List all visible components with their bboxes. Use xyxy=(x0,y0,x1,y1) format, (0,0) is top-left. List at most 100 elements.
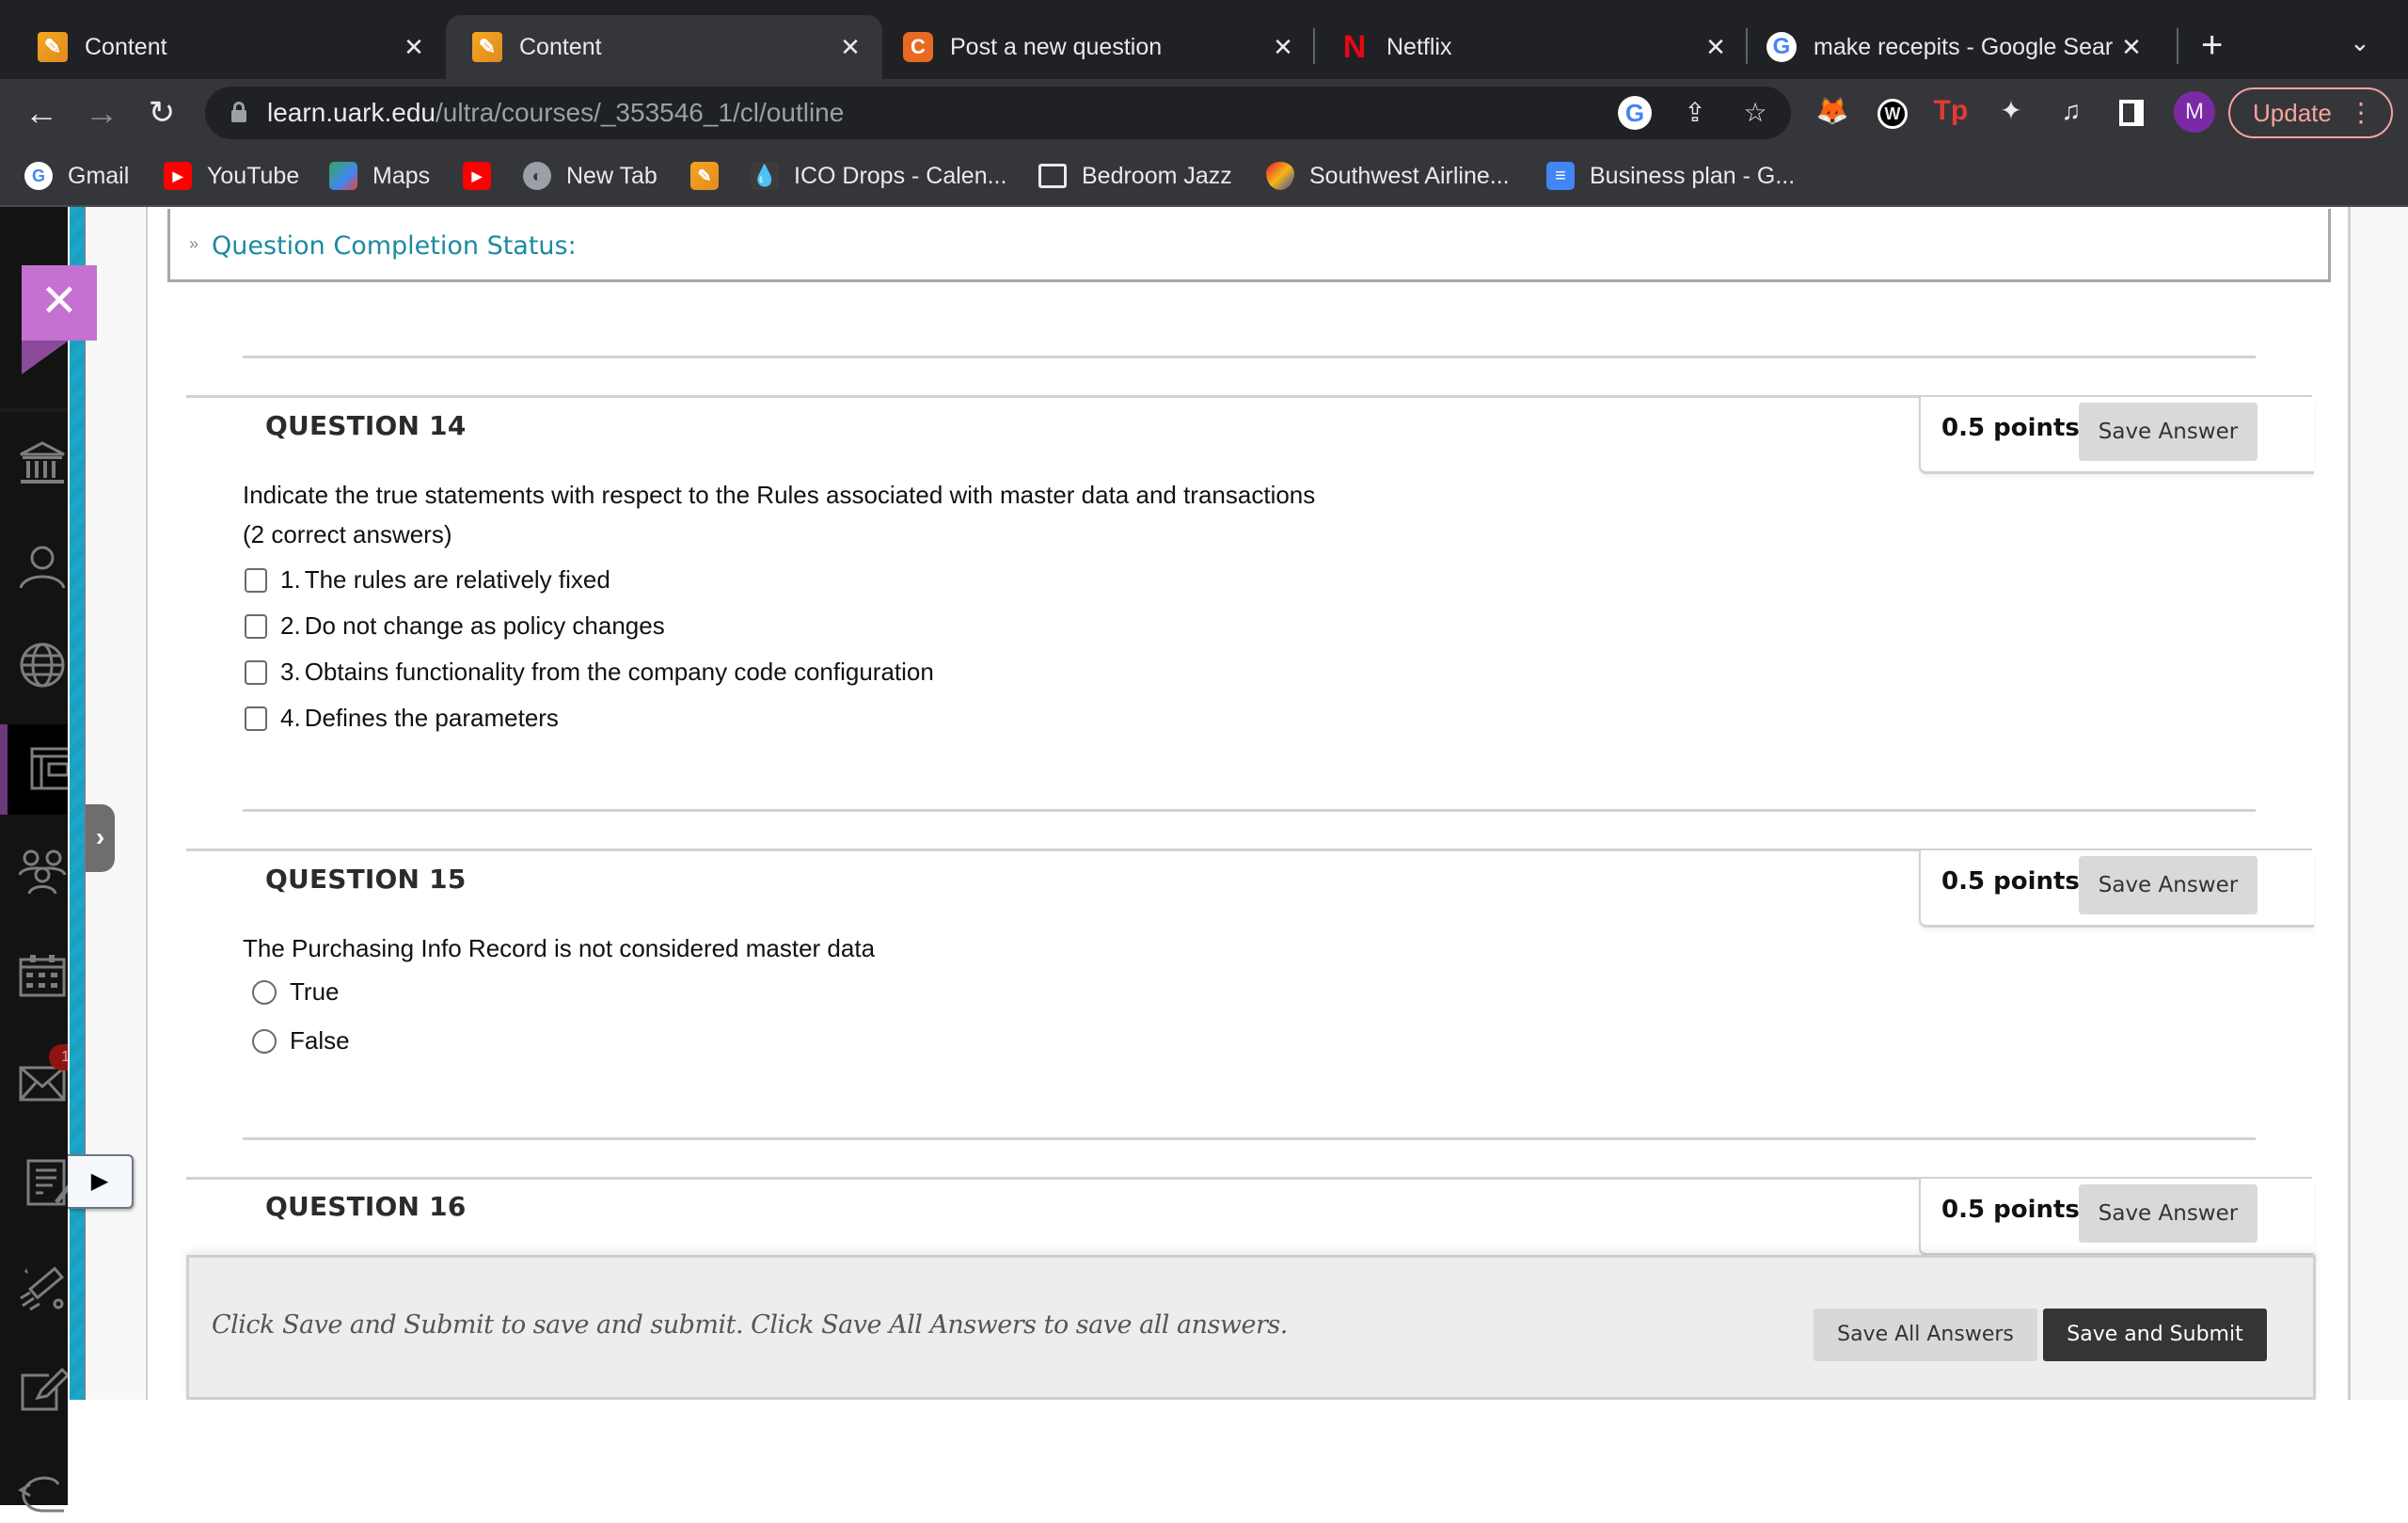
browser-toolbar: ← → ↻ learn.uark.edu/ultra/courses/_3535… xyxy=(0,79,2408,146)
bookmark-southwest[interactable]: Southwest Airline... xyxy=(1266,159,1510,193)
answer-checkbox[interactable] xyxy=(245,659,267,685)
bookmark-youtube-2[interactable]: ▶ xyxy=(463,159,506,193)
browser-tab[interactable]: N Netflix ✕ xyxy=(1315,15,1748,79)
question-points-box: 0.5 points Save Answer xyxy=(1919,850,2314,928)
close-tab-icon[interactable]: ✕ xyxy=(1264,33,1302,62)
new-tab-button[interactable]: + xyxy=(2201,26,2223,64)
w-extension-icon[interactable]: W xyxy=(1874,92,1911,130)
close-panel-button[interactable]: ✕ xyxy=(22,265,97,341)
institution-icon[interactable] xyxy=(17,437,68,488)
youtube-icon: ▶ xyxy=(463,162,491,190)
answer-checkbox[interactable] xyxy=(245,613,267,639)
rail-divider xyxy=(0,408,68,412)
double-chevron-down-icon: » xyxy=(189,234,199,253)
tab-separator xyxy=(2177,28,2178,64)
docs-icon: ≡ xyxy=(1546,162,1575,190)
pencil-icon: ✎ xyxy=(690,162,719,190)
browser-tab[interactable]: ✎ Content ✕ xyxy=(0,15,446,79)
save-answer-button[interactable]: Save Answer xyxy=(2079,1184,2258,1243)
bookmark-bedroom-jazz[interactable]: Bedroom Jazz xyxy=(1038,159,1232,193)
close-tab-icon[interactable]: ✕ xyxy=(1697,33,1735,62)
bookmark-ico-drops[interactable]: 💧 ICO Drops - Calen... xyxy=(751,159,1006,193)
bookmark-youtube[interactable]: ▶ YouTube xyxy=(164,159,299,193)
answer-radio[interactable] xyxy=(252,1028,277,1054)
bookmark-maps[interactable]: Maps xyxy=(329,159,430,193)
content-gutter xyxy=(86,207,148,1400)
answer-option[interactable]: False xyxy=(245,1026,350,1055)
lock-icon xyxy=(231,102,246,122)
share-icon[interactable]: ⇪ xyxy=(1678,96,1712,130)
profile-avatar[interactable]: M xyxy=(2174,91,2215,133)
extensions-puzzle-icon[interactable]: ✦ xyxy=(1992,92,2030,130)
google-icon: G xyxy=(1766,32,1797,62)
update-button[interactable]: Update ⋮ xyxy=(2228,87,2393,138)
answer-checkbox[interactable] xyxy=(245,706,267,731)
answer-option[interactable]: 2. Do not change as policy changes xyxy=(245,611,665,641)
back-arrow-icon[interactable]: ← xyxy=(21,92,62,134)
bookmark-business-plan[interactable]: ≡ Business plan - G... xyxy=(1546,159,1795,193)
url-text[interactable]: learn.uark.edu/ultra/courses/_353546_1/c… xyxy=(267,98,844,128)
question-points-box: 0.5 points Save Answer xyxy=(1919,1179,2314,1256)
question-points-box: 0.5 points Save Answer xyxy=(1919,397,2314,474)
answer-radio[interactable] xyxy=(252,979,277,1005)
globe-icon: ◐ xyxy=(523,162,551,190)
reload-icon[interactable]: ↻ xyxy=(141,92,182,134)
sign-out-icon[interactable] xyxy=(17,1467,68,1518)
answer-checkbox[interactable] xyxy=(245,567,267,593)
browser-tab[interactable]: G make recepits - Google Search ✕ xyxy=(1748,15,2163,79)
save-answer-button[interactable]: Save Answer xyxy=(2079,856,2258,914)
tab-bar: ✎ Content ✕ ✎ Content ✕ C Post a new que… xyxy=(0,0,2408,79)
edit-icon[interactable] xyxy=(17,1364,71,1415)
profile-icon[interactable] xyxy=(17,541,68,592)
points-value: 0.5 points xyxy=(1941,1196,2080,1224)
question-title: QUESTION 16 xyxy=(265,1191,467,1222)
close-tab-icon[interactable]: ✕ xyxy=(2113,33,2150,62)
tools-icon[interactable] xyxy=(17,1261,68,1311)
netflix-n-icon: N xyxy=(1342,28,1367,65)
play-triangle-icon[interactable]: ▶ xyxy=(68,1154,134,1209)
expand-panel-chevron-icon[interactable]: › xyxy=(86,804,115,872)
completion-status-label[interactable]: Question Completion Status: xyxy=(212,231,577,261)
answer-option[interactable]: True xyxy=(245,977,340,1007)
pencil-icon: ✎ xyxy=(472,32,502,62)
right-panel xyxy=(2348,207,2408,1400)
answer-option[interactable]: 4. Defines the parameters xyxy=(245,704,559,733)
submit-bar: Click Save and Submit to save and submit… xyxy=(186,1255,2316,1400)
address-bar[interactable]: learn.uark.edu/ultra/courses/_353546_1/c… xyxy=(205,87,1791,139)
bookmark-pencil[interactable]: ✎ xyxy=(690,159,734,193)
close-flag-fold xyxy=(22,341,69,374)
lms-navigation-rail: 1 xyxy=(0,207,77,1513)
globe-icon[interactable] xyxy=(17,640,68,690)
question-completion-status[interactable]: » Question Completion Status: xyxy=(167,209,2331,282)
browser-tab[interactable]: C Post a new question ✕ xyxy=(882,15,1315,79)
bookmark-star-icon[interactable]: ☆ xyxy=(1738,96,1772,130)
question-text: Indicate the true statements with respec… xyxy=(243,481,1316,509)
close-tab-icon[interactable]: ✕ xyxy=(395,33,433,62)
side-panel-icon[interactable] xyxy=(2113,92,2150,130)
close-tab-icon[interactable]: ✕ xyxy=(832,33,869,62)
tp-extension-icon[interactable]: Tp xyxy=(1932,92,1970,130)
bookmarks-bar: G Gmail ▶ YouTube Maps ▶ ◐ New Tab ✎ 💧 ICO D… xyxy=(0,146,2408,207)
metamask-fox-icon[interactable]: 🦊 xyxy=(1814,92,1851,130)
groups-icon[interactable] xyxy=(17,847,68,897)
save-and-submit-button[interactable]: Save and Submit xyxy=(2043,1309,2267,1361)
chegg-c-icon: C xyxy=(903,32,933,62)
question-divider xyxy=(243,1137,2256,1140)
question-title: QUESTION 15 xyxy=(265,864,467,895)
media-control-icon[interactable]: ♫ xyxy=(2052,92,2090,130)
tab-search-chevron-icon[interactable]: ⌄ xyxy=(2350,28,2370,57)
question-title: QUESTION 14 xyxy=(265,410,467,441)
points-value: 0.5 points xyxy=(1941,867,2080,896)
answer-option[interactable]: 1. The rules are relatively fixed xyxy=(245,565,610,595)
answer-option[interactable]: 3. Obtains functionality from the compan… xyxy=(245,658,934,687)
save-all-answers-button[interactable]: Save All Answers xyxy=(1814,1309,2037,1361)
bookmark-new-tab[interactable]: ◐ New Tab xyxy=(523,159,657,193)
points-value: 0.5 points xyxy=(1941,414,2080,442)
save-answer-button[interactable]: Save Answer xyxy=(2079,403,2258,461)
bookmark-gmail[interactable]: G Gmail xyxy=(24,159,129,193)
google-icon: G xyxy=(24,162,53,190)
forward-arrow-icon[interactable]: → xyxy=(81,92,122,134)
browser-tab-active[interactable]: ✎ Content ✕ xyxy=(446,15,882,79)
google-lens-icon[interactable]: G xyxy=(1618,96,1652,130)
calendar-icon[interactable] xyxy=(17,950,68,1001)
